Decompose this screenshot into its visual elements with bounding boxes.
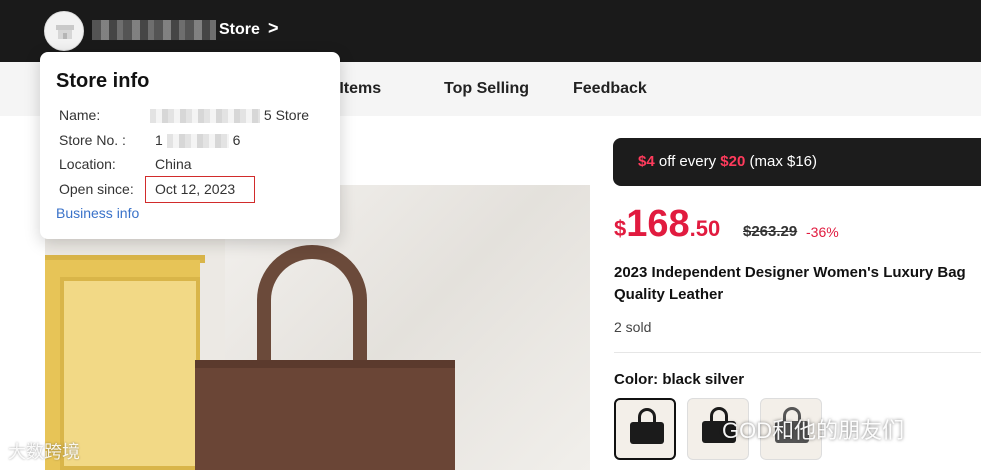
- coupon-promo-banner[interactable]: $4 off every $20 (max $16): [613, 138, 981, 186]
- name-value: 5 Store: [150, 107, 309, 124]
- location-value: China: [155, 156, 192, 172]
- bag-thumbnail: [630, 422, 664, 444]
- color-label: Color: black silver: [614, 371, 745, 388]
- nav-item-feedback[interactable]: Feedback: [573, 80, 647, 98]
- bag-flap: [195, 360, 455, 368]
- current-price: $168.50: [614, 203, 721, 245]
- store-no-value: 1 6: [155, 132, 241, 149]
- open-since-label: Open since:: [59, 181, 134, 197]
- store-link-label[interactable]: Store: [219, 21, 260, 39]
- shop-icon: [56, 25, 74, 39]
- chevron-right-icon[interactable]: >: [268, 18, 279, 39]
- product-title: 2023 Independent Designer Women's Luxury…: [614, 264, 966, 303]
- divider: [614, 352, 981, 353]
- watermark-left: 大数跨境: [8, 442, 80, 462]
- color-swatch-black-silver[interactable]: [614, 398, 676, 460]
- watermark-right: GOD和他的朋友们: [722, 418, 905, 443]
- discount-percent: -36%: [806, 224, 839, 240]
- redacted-text: [166, 134, 229, 149]
- name-label: Name:: [59, 107, 101, 123]
- store-info-popup: Store info Name: 5 Store Store No. : 1 6…: [40, 52, 340, 239]
- store-name-redacted[interactable]: [92, 20, 216, 40]
- location-label: Location:: [59, 156, 116, 172]
- store-avatar[interactable]: [44, 11, 84, 51]
- business-info-link[interactable]: Business info: [56, 205, 139, 221]
- store-no-label: Store No. :: [59, 132, 126, 148]
- open-since-highlight-box: [145, 176, 255, 203]
- promo-text: $4 off every $20 (max $16): [638, 153, 818, 170]
- redacted-text: [150, 109, 260, 124]
- sold-count: 2 sold: [614, 319, 652, 335]
- shelf-decor: [60, 277, 200, 470]
- nav-item-top-selling[interactable]: Top Selling: [444, 80, 529, 98]
- popup-title: Store info: [56, 70, 150, 92]
- original-price: $263.29: [743, 223, 798, 240]
- bag-body: [195, 360, 455, 470]
